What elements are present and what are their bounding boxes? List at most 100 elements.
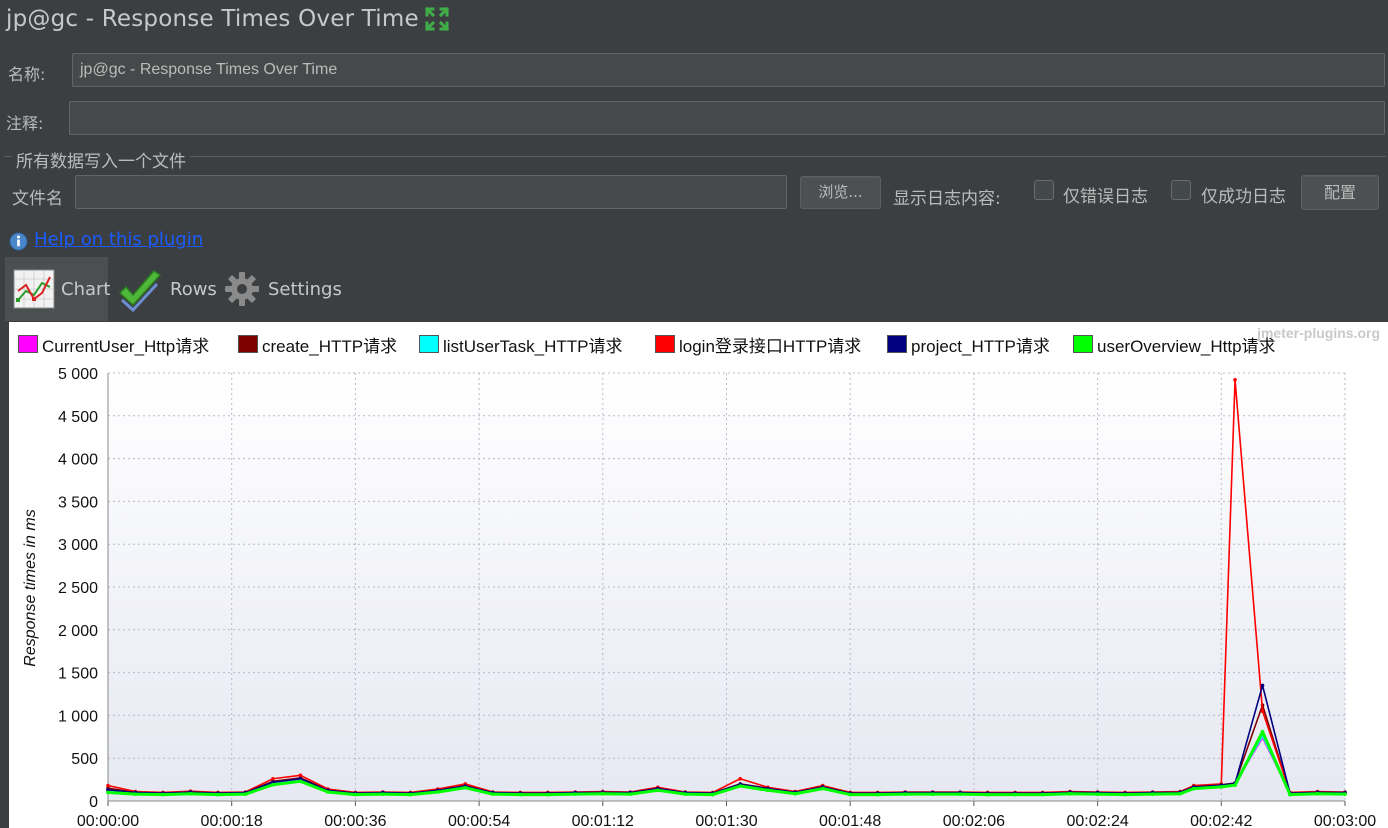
tab-rows-label: Rows: [170, 279, 217, 300]
checkmark-icon: [118, 270, 162, 313]
data-point-useroverview-http: [1343, 792, 1347, 796]
comment-field[interactable]: [69, 101, 1385, 135]
errors-only-checkbox[interactable]: [1034, 180, 1054, 200]
y-tick-label: 3 500: [58, 494, 98, 511]
data-point-useroverview-http: [381, 792, 385, 796]
data-point-useroverview-http: [573, 792, 578, 796]
y-tick-label: 4 500: [58, 409, 98, 426]
data-point-useroverview-http: [655, 788, 660, 793]
x-tick-label: 00:02:06: [943, 813, 1005, 828]
data-point-useroverview-http: [1150, 792, 1155, 796]
data-point-useroverview-http: [958, 792, 962, 796]
data-point-useroverview-http: [710, 792, 715, 797]
y-tick-label: 5 000: [58, 366, 98, 383]
data-point-useroverview-http: [1288, 792, 1292, 797]
legend-swatch: [419, 335, 439, 353]
file-section-border: [4, 156, 1386, 157]
info-icon: [9, 232, 28, 251]
legend-swatch: [18, 335, 38, 353]
data-point-useroverview-http: [765, 788, 770, 793]
y-tick-label: 4 000: [58, 452, 98, 469]
data-point-useroverview-http: [875, 792, 880, 797]
tab-chart-label: Chart: [61, 279, 111, 300]
y-tick-label: 500: [71, 751, 98, 768]
legend-item-create: create_HTTP请求: [238, 331, 397, 357]
y-tick-label: 1 000: [58, 708, 98, 725]
legend-label: userOverview_Http请求: [1097, 336, 1276, 356]
data-point-login-http: [271, 776, 275, 781]
data-point-useroverview-http: [518, 792, 523, 797]
expand-icon[interactable]: [424, 6, 450, 32]
legend-swatch: [1073, 335, 1093, 353]
success-only-label: 仅成功日志: [1201, 187, 1286, 207]
data-point-useroverview-http: [106, 790, 110, 795]
y-tick-label: 1 500: [58, 666, 98, 683]
x-tick-label: 00:01:30: [695, 813, 757, 828]
legend-swatch: [887, 335, 907, 353]
data-point-useroverview-http: [216, 792, 220, 797]
y-tick-label: 2 000: [58, 623, 98, 640]
filename-field[interactable]: [75, 175, 787, 209]
tab-chart[interactable]: Chart: [5, 257, 111, 321]
tab-settings-label: Settings: [268, 279, 342, 300]
data-point-useroverview-http: [271, 782, 275, 787]
x-tick-label: 00:01:12: [572, 813, 634, 828]
data-point-login-http: [738, 776, 743, 781]
configure-button[interactable]: 配置: [1301, 175, 1379, 210]
data-point-useroverview-http: [1013, 792, 1017, 797]
help-link[interactable]: Help on this plugin: [34, 229, 203, 250]
data-point-useroverview-http: [1095, 792, 1100, 796]
legend-label: login登录接口HTTP请求: [679, 336, 862, 356]
name-label: 名称:: [8, 65, 46, 84]
legend-swatch: [655, 335, 675, 353]
x-tick-label: 00:02:24: [1066, 813, 1128, 828]
name-field[interactable]: jp@gc - Response Times Over Time: [72, 53, 1385, 87]
data-point-useroverview-http: [1233, 783, 1237, 787]
data-point-useroverview-http: [326, 790, 330, 794]
log-content-label: 显示日志内容:: [893, 189, 1001, 209]
data-point-useroverview-http: [985, 792, 990, 797]
legend-swatch: [238, 335, 258, 353]
data-point-useroverview-http: [930, 792, 935, 796]
data-point-useroverview-http: [546, 792, 550, 797]
data-point-useroverview-http: [161, 792, 165, 797]
data-point-useroverview-http: [1178, 791, 1182, 796]
browse-button[interactable]: 浏览...: [800, 176, 881, 209]
data-point-useroverview-http: [408, 792, 413, 797]
data-point-useroverview-http: [298, 779, 303, 784]
y-axis-label: Response times in ms: [22, 509, 39, 666]
legend-item-currentuser: CurrentUser_Http请求: [18, 331, 209, 357]
data-point-useroverview-http: [820, 786, 825, 791]
data-point-useroverview-http: [1260, 729, 1265, 734]
data-point-useroverview-http: [243, 792, 248, 796]
data-point-useroverview-http: [353, 792, 358, 797]
filename-label: 文件名: [12, 189, 63, 209]
x-tick-label: 00:00:00: [77, 813, 139, 828]
y-tick-label: 2 500: [58, 580, 98, 597]
window-title: jp@gc - Response Times Over Time: [6, 6, 419, 32]
data-point-login-http: [298, 773, 303, 778]
x-tick-label: 00:02:42: [1190, 813, 1252, 828]
x-tick-label: 00:00:54: [448, 813, 510, 828]
data-point-useroverview-http: [1315, 791, 1320, 796]
legend-item-listusertask: listUserTask_HTTP请求: [419, 331, 622, 357]
gear-icon: [225, 272, 259, 306]
tab-settings[interactable]: Settings: [222, 257, 342, 321]
legend-item-login: login登录接口HTTP请求: [655, 331, 861, 357]
data-point-useroverview-http: [1068, 791, 1072, 796]
chart-icon: [13, 269, 55, 309]
data-point-useroverview-http: [601, 791, 605, 796]
data-point-useroverview-http: [628, 792, 633, 796]
data-point-useroverview-http: [436, 790, 440, 794]
success-only-checkbox[interactable]: [1171, 180, 1191, 200]
x-tick-label: 00:03:00: [1314, 813, 1376, 828]
data-point-useroverview-http: [1219, 785, 1224, 789]
data-point-useroverview-http: [1040, 792, 1045, 797]
x-tick-label: 00:01:48: [819, 813, 881, 828]
data-point-useroverview-http: [738, 784, 743, 788]
legend-item-project: project_HTTP请求: [887, 331, 1050, 357]
y-tick-label: 0: [89, 794, 98, 811]
data-point-login-http: [1233, 378, 1237, 382]
tab-rows[interactable]: Rows: [112, 257, 218, 321]
data-point-useroverview-http: [188, 791, 193, 796]
